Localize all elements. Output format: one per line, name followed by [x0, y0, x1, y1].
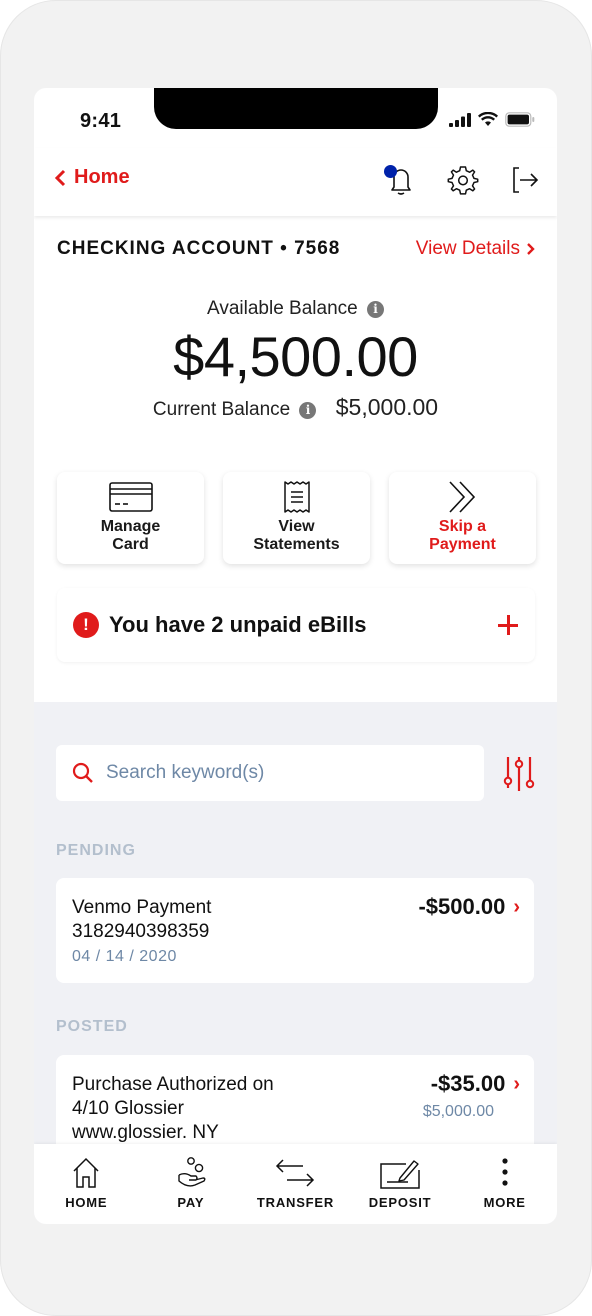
gear-icon [447, 166, 479, 195]
logout-icon [513, 167, 539, 193]
status-icons [449, 112, 535, 127]
tab-transfer[interactable]: TRANSFER [243, 1144, 348, 1224]
available-balance-amount: $4,500.00 [173, 325, 418, 388]
battery-icon [505, 112, 535, 127]
search-field[interactable] [56, 745, 484, 801]
filter-sliders-icon [503, 757, 535, 791]
logout-button[interactable] [507, 162, 543, 198]
filter-button[interactable] [500, 754, 538, 794]
tab-deposit[interactable]: DEPOSIT [348, 1144, 453, 1224]
transaction-amount: -$35.00 › [430, 1071, 520, 1096]
home-icon [73, 1157, 99, 1188]
info-icon[interactable]: i [299, 402, 317, 419]
notification-badge [384, 165, 397, 178]
search-input[interactable] [106, 762, 466, 784]
tab-label: TRANSFER [256, 1195, 335, 1210]
transaction-description: Venmo Payment 3182940398359 [72, 897, 212, 942]
double-chevron-icon [448, 481, 475, 513]
transaction-amount-group: -$500.00 › [418, 894, 520, 920]
transaction-amount: -$500.00 › [418, 894, 520, 919]
status-bar: 9:41 [34, 88, 557, 148]
current-balance-amount: $5,000.00 [335, 394, 439, 420]
status-time: 9:41 [80, 110, 122, 132]
device-frame: 9:41 Home CHECKING ACCOUNT • 7568 View D… [0, 0, 592, 1316]
manage-card-button[interactable]: Manage Card [57, 472, 204, 564]
transaction-row[interactable]: Venmo Payment 3182940398359 04 / 14 / 202… [56, 878, 534, 983]
skip-payment-button[interactable]: Skip a Payment [389, 472, 536, 564]
chevron-right-icon [527, 243, 535, 255]
more-dots-icon [502, 1158, 508, 1186]
tab-home[interactable]: HOME [34, 1144, 139, 1224]
plus-icon[interactable] [497, 614, 519, 636]
credit-card-icon [108, 482, 153, 512]
quick-actions: Manage Card View Statements Skip a Payment [57, 472, 536, 564]
back-label: Home [74, 166, 130, 188]
current-balance-row: Current Balance i $5,000.00 [34, 394, 557, 421]
info-icon[interactable]: i [366, 301, 384, 318]
tab-label: PAY [177, 1195, 205, 1210]
transaction-description: Purchase Authorized on 4/10 Glossier www.g… [72, 1074, 274, 1143]
pay-hand-icon [178, 1157, 206, 1187]
transaction-date: 04 / 14 / 2020 [72, 948, 177, 965]
tab-pay[interactable]: PAY [139, 1144, 244, 1224]
check-deposit-icon [380, 1160, 420, 1189]
tab-label: MORE [483, 1195, 526, 1210]
manage-card-label: Manage Card [100, 518, 161, 553]
chevron-left-icon [54, 169, 66, 186]
account-header: CHECKING ACCOUNT • 7568 View Details [57, 238, 535, 260]
notifications-button[interactable] [383, 162, 419, 198]
skip-payment-label: Skip a Payment [429, 518, 496, 553]
transaction-amount-group: -$35.00 › $5,000.00 [423, 1071, 520, 1121]
view-statements-label: View Statements [253, 518, 340, 553]
account-name: CHECKING ACCOUNT • 7568 [57, 238, 341, 259]
tab-label: DEPOSIT [368, 1195, 432, 1210]
tab-more[interactable]: MORE [452, 1144, 557, 1224]
alert-icon: ! [73, 612, 99, 638]
view-details-link[interactable]: View Details [416, 238, 535, 260]
tab-label: HOME [65, 1195, 108, 1210]
settings-button[interactable] [445, 162, 481, 198]
nav-actions [383, 162, 543, 198]
search-icon [72, 762, 93, 783]
phone-screen: 9:41 Home CHECKING ACCOUNT • 7568 View D… [34, 88, 557, 1224]
view-details-label: View Details [415, 238, 520, 259]
back-home-button[interactable]: Home [54, 166, 130, 189]
ebill-message: You have 2 unpaid eBills [109, 612, 367, 637]
cellular-signal-icon [449, 112, 471, 127]
current-balance-label: Current Balance [152, 399, 291, 420]
chevron-right-icon: › [513, 1072, 520, 1095]
wifi-icon [478, 112, 498, 126]
transaction-running-balance: $5,000.00 [422, 1103, 494, 1120]
unpaid-ebills-banner[interactable]: ! You have 2 unpaid eBills [57, 588, 535, 662]
view-statements-button[interactable]: View Statements [223, 472, 370, 564]
transfer-arrows-icon [276, 1159, 315, 1187]
pending-section-label: PENDING [56, 842, 136, 859]
available-balance-text: Available Balance [207, 298, 358, 319]
bottom-tab-bar: HOME PAY TRANSFER DEPOSIT MORE [34, 1144, 557, 1224]
chevron-right-icon: › [513, 895, 520, 918]
device-notch [154, 88, 438, 129]
available-balance-label: Available Balance i [34, 298, 557, 320]
posted-section-label: POSTED [56, 1018, 128, 1035]
nav-bar: Home [34, 148, 557, 216]
receipt-icon [283, 481, 310, 513]
